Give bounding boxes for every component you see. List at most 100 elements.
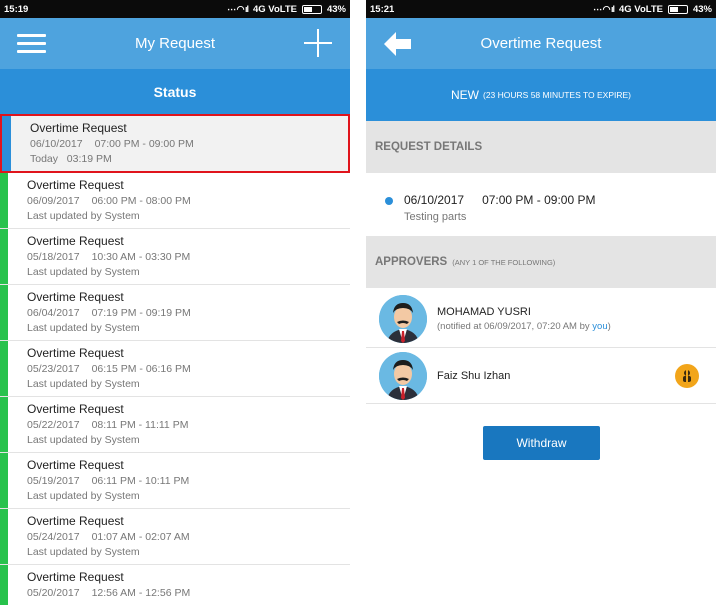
bullet-icon [385, 197, 393, 205]
request-status: Last updated by System [27, 378, 140, 390]
status-indicator [0, 397, 8, 452]
request-time: 08:11 PM - 11:11 PM [91, 419, 189, 431]
request-datetime: 06/09/2017 06:00 PM - 08:00 PM [27, 195, 191, 207]
signal-icon: ⋯ ◠ ıl [593, 3, 615, 14]
request-date: 05/19/2017 [27, 475, 80, 487]
status-indicator [0, 173, 8, 228]
request-item[interactable]: Overtime Request 05/20/2017 12:56 AM - 12… [0, 565, 350, 605]
app-bar: My Request [0, 18, 350, 69]
request-item[interactable]: Overtime Request 05/24/2017 01:07 AM - 02… [0, 509, 350, 565]
request-state-banner: NEW (23 HOURS 58 MINUTES TO EXPIRE) [366, 69, 716, 121]
request-status: Last updated by System [27, 266, 140, 278]
request-date: 05/20/2017 [27, 587, 80, 599]
request-time: 06:11 PM - 10:11 PM [91, 475, 190, 487]
request-status: Last updated by System [27, 210, 140, 222]
request-title: Overtime Request [27, 346, 124, 360]
section-title: APPROVERS [375, 256, 448, 268]
status-indicator [2, 116, 11, 171]
request-details-header: REQUEST DETAILS [366, 121, 716, 173]
battery-label: 43% [692, 3, 712, 15]
request-time: 06:00 PM - 08:00 PM [91, 195, 191, 207]
withdraw-button[interactable]: Withdraw [483, 426, 600, 460]
request-title: Overtime Request [27, 290, 124, 304]
request-detail: 06/10/2017 07:00 PM - 09:00 PM Testing pa… [366, 173, 716, 236]
request-time: 06:15 PM - 06:16 PM [91, 363, 191, 375]
network-label: 4G VoLTE [619, 3, 663, 15]
request-title: Overtime Request [30, 121, 127, 135]
request-title: Overtime Request [27, 514, 124, 528]
state-label: NEW [451, 88, 479, 102]
request-datetime: 06/10/2017 07:00 PM - 09:00 PM [30, 138, 194, 150]
approver-name: MOHAMAD YUSRI [437, 305, 531, 318]
request-status: Last updated by System [27, 322, 140, 334]
battery-icon [301, 4, 322, 14]
status-indicator [0, 453, 8, 508]
avatar [379, 351, 427, 400]
request-item[interactable]: Overtime Request 06/10/2017 07:00 PM - 09… [0, 114, 350, 173]
battery-label: 43% [326, 3, 346, 15]
request-item[interactable]: Overtime Request 05/22/2017 08:11 PM - 11… [0, 397, 350, 453]
request-list: Overtime Request 06/10/2017 07:00 PM - 09… [0, 114, 350, 605]
status-indicator [0, 565, 8, 605]
request-status: Last updated by System [27, 546, 140, 558]
request-item[interactable]: Overtime Request 05/18/2017 10:30 AM - 03… [0, 229, 350, 285]
request-item[interactable]: Overtime Request 05/19/2017 06:11 PM - 10… [0, 453, 350, 509]
detail-time: 07:00 PM - 09:00 PM [482, 193, 596, 207]
request-datetime: 05/18/2017 10:30 AM - 03:30 PM [27, 251, 190, 263]
section-hint: (ANY 1 OF THE FOLLOWING) [452, 257, 556, 267]
signal-icon: ⋯ ◠ ıl [227, 3, 249, 14]
request-datetime: 05/24/2017 01:07 AM - 02:07 AM [27, 531, 190, 543]
request-item[interactable]: Overtime Request 06/04/2017 07:19 PM - 09… [0, 285, 350, 341]
request-time: 10:30 AM - 03:30 PM [91, 251, 191, 263]
request-time: 01:07 AM - 02:07 AM [91, 531, 190, 543]
status-time: 15:19 [4, 3, 29, 15]
request-time: 12:56 AM - 12:56 PM [91, 587, 191, 599]
detail-date: 06/10/2017 [404, 193, 465, 207]
approver-item[interactable]: MOHAMAD YUSRI (notified at 06/09/2017, 0… [366, 290, 716, 348]
request-title: Overtime Request [27, 234, 124, 248]
request-time: 07:00 PM - 09:00 PM [94, 138, 194, 150]
approver-name: Faiz Shu Izhan [437, 369, 511, 382]
approver-badge-icon [675, 363, 699, 388]
request-status: Last updated by System [27, 490, 140, 502]
request-status: Last updated by System [27, 434, 140, 446]
app-bar: Overtime Request [366, 18, 716, 69]
request-status: Today 03:19 PM [30, 153, 112, 165]
request-date: 05/23/2017 [27, 363, 80, 375]
request-title: Overtime Request [27, 402, 124, 416]
request-title: Overtime Request [27, 178, 124, 192]
add-request-icon[interactable] [304, 29, 332, 57]
status-time: 15:21 [370, 3, 395, 15]
status-indicator [0, 229, 8, 284]
status-indicator [0, 285, 8, 340]
approvers-header: APPROVERS (ANY 1 OF THE FOLLOWING) [366, 236, 716, 288]
expiry-label: (23 HOURS 58 MINUTES TO EXPIRE) [483, 90, 631, 100]
request-title: Overtime Request [27, 458, 124, 472]
request-datetime: 05/20/2017 12:56 AM - 12:56 PM [27, 587, 190, 599]
request-datetime: 05/19/2017 06:11 PM - 10:11 PM [27, 475, 189, 487]
approver-note: (notified at 06/09/2017, 07:20 AM by you… [437, 320, 611, 332]
request-title: Overtime Request [27, 570, 124, 584]
request-datetime: 06/04/2017 07:19 PM - 09:19 PM [27, 307, 191, 319]
request-date: 05/18/2017 [27, 251, 80, 263]
approver-item[interactable]: Faiz Shu Izhan [366, 348, 716, 404]
request-item[interactable]: Overtime Request 05/23/2017 06:15 PM - 06… [0, 341, 350, 397]
request-date: 05/24/2017 [27, 531, 80, 543]
request-datetime: 05/23/2017 06:15 PM - 06:16 PM [27, 363, 191, 375]
request-time: 07:19 PM - 09:19 PM [91, 307, 191, 319]
detail-datetime: 06/10/2017 07:00 PM - 09:00 PM [404, 193, 716, 207]
request-date: 06/10/2017 [30, 138, 83, 150]
battery-icon [667, 4, 688, 14]
page-title: Overtime Request [480, 35, 602, 52]
request-item[interactable]: Overtime Request 06/09/2017 06:00 PM - 08… [0, 173, 350, 229]
request-date: 06/04/2017 [27, 307, 80, 319]
status-indicator [0, 509, 8, 564]
status-header: Status [0, 69, 350, 114]
status-bar: 15:21 ⋯ ◠ ıl 4G VoLTE 43% [366, 0, 716, 18]
status-indicator [0, 341, 8, 396]
right-screen: 15:21 ⋯ ◠ ıl 4G VoLTE 43% Overtime Reque… [366, 0, 716, 605]
request-datetime: 05/22/2017 08:11 PM - 11:11 PM [27, 419, 188, 431]
left-screen: 15:19 ⋯ ◠ ıl 4G VoLTE 43% My Request Sta… [0, 0, 350, 605]
request-date: 06/09/2017 [27, 195, 80, 207]
section-title: REQUEST DETAILS [375, 141, 483, 153]
